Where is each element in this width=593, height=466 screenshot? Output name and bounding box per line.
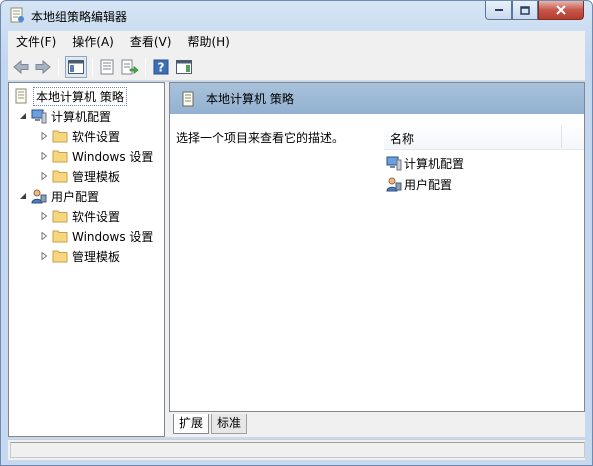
menu-bar: 文件(F) 操作(A) 查看(V) 帮助(H) (8, 31, 585, 53)
minimize-icon (494, 9, 503, 11)
detail-pane: 本地计算机 策略 选择一个项目来查看它的描述。 名称 计算机配置 用户配置 (169, 82, 585, 412)
status-cell (10, 442, 585, 458)
collapsed-chevron-icon[interactable] (39, 251, 49, 261)
maximize-button[interactable] (512, 1, 538, 20)
svg-text:?: ? (158, 61, 165, 75)
menu-file[interactable]: 文件(F) (8, 31, 64, 53)
expanded-chevron-icon[interactable] (18, 111, 28, 121)
user-icon (31, 188, 47, 204)
tree-item-label: 计算机配置 (51, 109, 112, 124)
expanded-chevron-icon[interactable] (18, 191, 28, 201)
policy-document-icon (180, 91, 196, 107)
folder-icon (52, 208, 68, 224)
folder-icon (52, 248, 68, 264)
tree-item-label: Windows 设置 (72, 149, 154, 164)
tree-item-label: 管理模板 (72, 249, 121, 264)
status-bar (8, 439, 585, 460)
tree-item-label: 软件设置 (72, 209, 121, 224)
user-icon (386, 176, 402, 192)
tree-item-label: 软件设置 (72, 129, 121, 144)
forward-arrow-icon (35, 59, 51, 75)
title-bar[interactable]: 本地组策略编辑器 (1, 1, 592, 31)
show-hide-tree-button[interactable] (65, 56, 87, 78)
collapsed-chevron-icon[interactable] (39, 131, 49, 141)
description-text: 选择一个项目来查看它的描述。 (176, 131, 345, 145)
policy-document-icon (13, 88, 29, 104)
tree-item-label: 用户配置 (51, 189, 100, 204)
tree-item-software-settings[interactable]: 软件设置 (39, 126, 120, 146)
export-list-icon (121, 59, 139, 75)
collapsed-chevron-icon[interactable] (39, 211, 49, 221)
collapsed-chevron-icon[interactable] (39, 231, 49, 241)
maximize-icon (520, 5, 530, 15)
group-policy-editor-icon (9, 7, 25, 23)
tab-extended[interactable]: 扩展 (173, 414, 210, 434)
tab-standard[interactable]: 标准 (211, 414, 248, 434)
export-list-button[interactable] (120, 57, 140, 77)
back-button[interactable] (11, 57, 31, 77)
back-arrow-icon (13, 59, 29, 75)
item-list[interactable]: 名称 计算机配置 用户配置 (374, 114, 584, 411)
close-icon (556, 5, 566, 15)
tree-item-computer-config[interactable]: 计算机配置 (18, 106, 111, 126)
tree-item-windows-settings[interactable]: Windows 设置 (39, 226, 153, 246)
computer-icon (386, 155, 402, 171)
toolbar-separator (58, 58, 59, 76)
tree-item-admin-templates[interactable]: 管理模板 (39, 246, 120, 266)
forward-button[interactable] (33, 57, 53, 77)
help-icon: ? (153, 59, 169, 75)
list-item-user-config[interactable]: 用户配置 (386, 174, 452, 194)
show-hide-action-pane-button[interactable] (174, 57, 194, 77)
view-tabs: 扩展 标准 (169, 414, 585, 436)
help-button[interactable]: ? (151, 57, 171, 77)
minimize-button[interactable] (485, 1, 512, 20)
tree-item-admin-templates[interactable]: 管理模板 (39, 166, 120, 186)
show-hide-action-pane-icon (176, 60, 192, 74)
tree-item-software-settings[interactable]: 软件设置 (39, 206, 120, 226)
list-item-computer-config[interactable]: 计算机配置 (386, 153, 464, 173)
close-button[interactable] (538, 1, 584, 20)
tree-item-windows-settings[interactable]: Windows 设置 (39, 146, 153, 166)
properties-icon (100, 59, 114, 75)
main-window: 本地组策略编辑器 文件(F) 操作(A) 查看(V) 帮助(H) ? 本地计算机… (0, 0, 593, 466)
menu-help[interactable]: 帮助(H) (179, 31, 237, 53)
tree-item-root[interactable]: 本地计算机 策略 (13, 86, 127, 106)
properties-button[interactable] (97, 57, 117, 77)
show-hide-tree-icon (68, 60, 84, 74)
folder-icon (52, 228, 68, 244)
detail-banner: 本地计算机 策略 (170, 83, 584, 114)
column-divider[interactable] (561, 126, 562, 148)
collapsed-chevron-icon[interactable] (39, 171, 49, 181)
folder-icon (52, 148, 68, 164)
menu-action[interactable]: 操作(A) (64, 31, 122, 53)
list-item-label: 计算机配置 (404, 156, 465, 171)
list-item-label: 用户配置 (404, 177, 453, 192)
folder-icon (52, 168, 68, 184)
tree-item-label: 管理模板 (72, 169, 121, 184)
navigation-tree[interactable]: 本地计算机 策略 计算机配置 软件设置 Windows 设置 管理模板 用户配置… (8, 82, 165, 437)
column-header-label: 名称 (390, 132, 415, 146)
detail-banner-title: 本地计算机 策略 (206, 92, 294, 106)
menu-view[interactable]: 查看(V) (122, 31, 180, 53)
toolbar-separator (145, 58, 146, 76)
toolbar: ? (8, 53, 585, 81)
tree-item-user-config[interactable]: 用户配置 (18, 186, 99, 206)
collapsed-chevron-icon[interactable] (39, 151, 49, 161)
tree-item-label: Windows 设置 (72, 229, 154, 244)
window-title: 本地组策略编辑器 (31, 10, 128, 24)
column-header-name[interactable]: 名称 (384, 124, 584, 150)
tree-item-label: 本地计算机 策略 (33, 86, 127, 106)
folder-icon (52, 128, 68, 144)
client-area: 本地计算机 策略 计算机配置 软件设置 Windows 设置 管理模板 用户配置… (8, 82, 585, 437)
computer-icon (31, 108, 47, 124)
toolbar-separator (92, 58, 93, 76)
